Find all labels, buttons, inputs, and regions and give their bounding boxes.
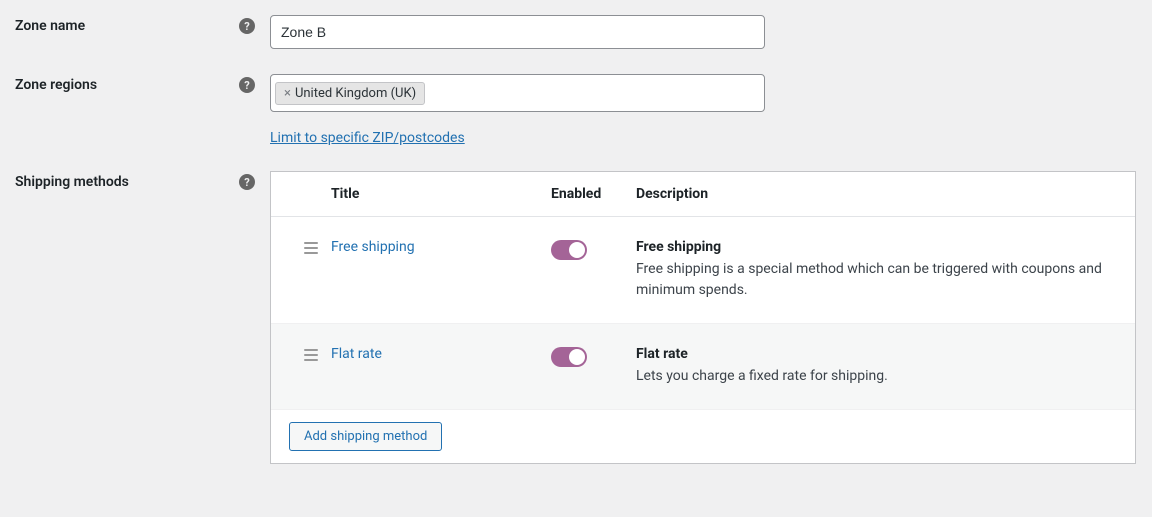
shipping-methods-label: Shipping methods [15, 174, 129, 190]
region-tag: × United Kingdom (UK) [275, 82, 425, 105]
help-icon[interactable]: ? [239, 18, 255, 34]
zone-name-label: Zone name [15, 18, 85, 34]
shipping-methods-table: Title Enabled Description Free shipping [270, 171, 1136, 464]
add-shipping-method-button[interactable]: Add shipping method [289, 422, 442, 451]
table-row: Flat rate Flat rate Lets you charge a fi… [271, 324, 1135, 410]
drag-handle-icon[interactable] [271, 239, 331, 254]
enabled-toggle[interactable] [551, 347, 587, 367]
method-title-link[interactable]: Free shipping [331, 239, 415, 255]
table-header-title: Title [331, 186, 551, 202]
table-header-description: Description [636, 186, 1135, 202]
region-tag-label: United Kingdom (UK) [295, 86, 416, 101]
method-desc-title: Free shipping [636, 239, 1115, 255]
method-desc-title: Flat rate [636, 346, 1115, 362]
help-icon[interactable]: ? [239, 77, 255, 93]
table-header-enabled: Enabled [551, 186, 636, 202]
remove-tag-icon[interactable]: × [284, 86, 291, 101]
zone-regions-label: Zone regions [15, 77, 97, 93]
drag-handle-icon[interactable] [271, 346, 331, 361]
table-row: Free shipping Free shipping Free shippin… [271, 217, 1135, 324]
method-desc-text: Lets you charge a fixed rate for shippin… [636, 366, 1115, 387]
method-title-link[interactable]: Flat rate [331, 346, 382, 362]
enabled-toggle[interactable] [551, 240, 587, 260]
zone-name-input[interactable] [270, 15, 765, 49]
zip-postcodes-link[interactable]: Limit to specific ZIP/postcodes [270, 130, 465, 146]
zone-regions-input[interactable]: × United Kingdom (UK) [270, 74, 765, 112]
method-desc-text: Free shipping is a special method which … [636, 259, 1115, 301]
help-icon[interactable]: ? [239, 174, 255, 190]
